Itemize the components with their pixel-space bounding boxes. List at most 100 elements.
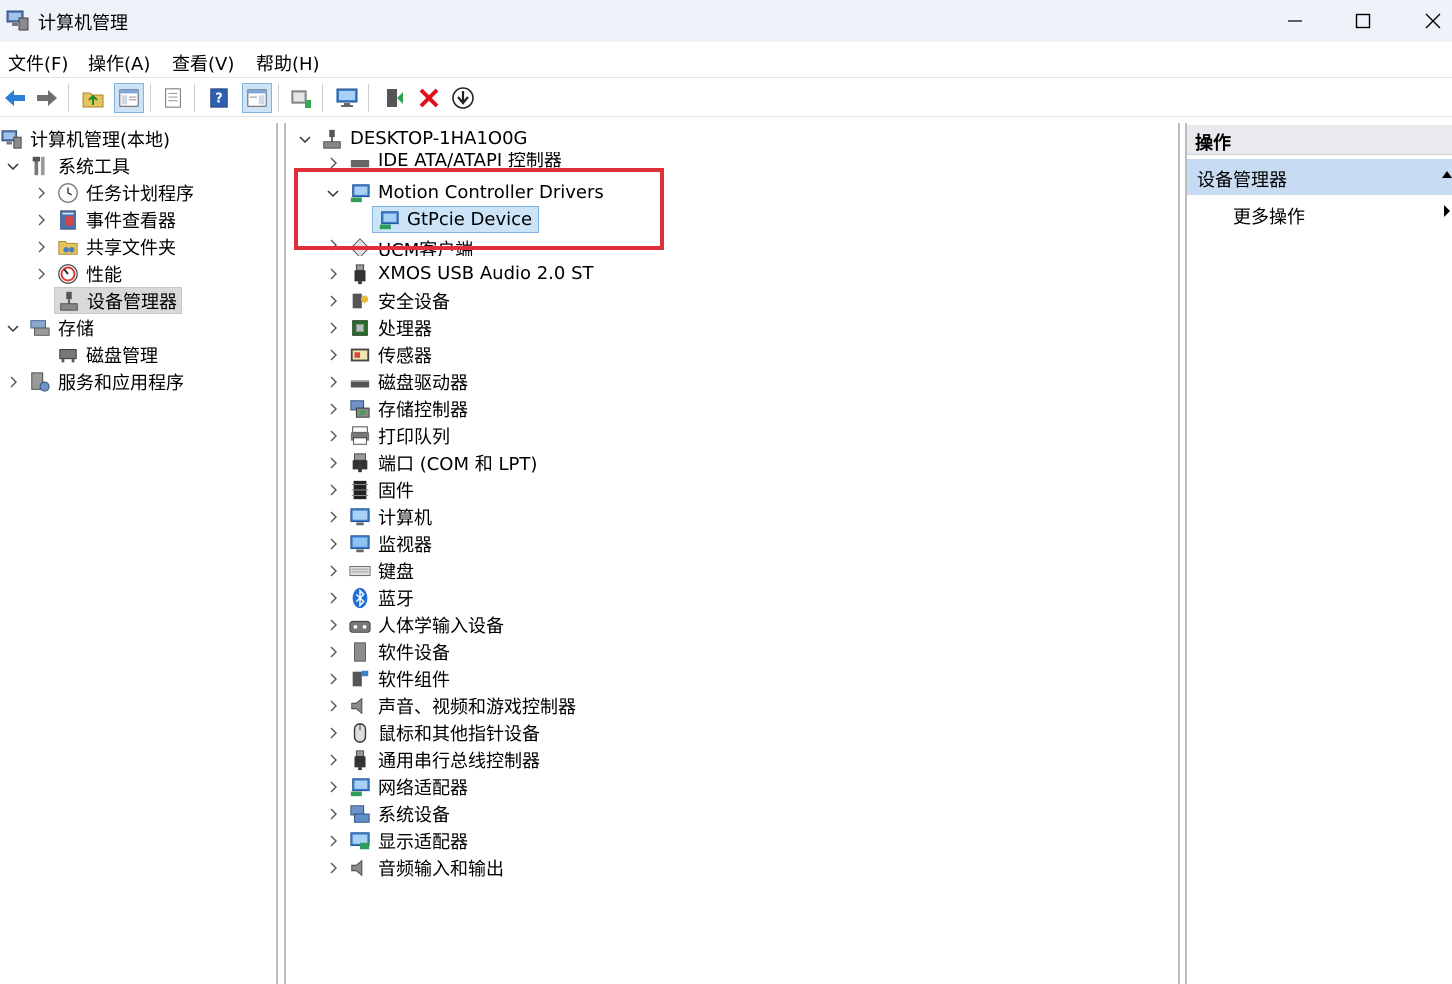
device-category[interactable]: 传感器	[324, 341, 432, 368]
chevron-down-icon[interactable]	[324, 184, 342, 202]
chevron-right-icon[interactable]	[32, 238, 50, 256]
chevron-right-icon[interactable]	[324, 778, 342, 796]
device-category[interactable]: 系统设备	[324, 800, 450, 827]
device-category[interactable]: 固件	[324, 476, 414, 503]
tree-label: 事件查看器	[86, 210, 176, 232]
menu-help[interactable]: 帮助(H)	[256, 50, 320, 76]
device-category[interactable]: 计算机	[324, 503, 432, 530]
chevron-right-icon[interactable]	[324, 589, 342, 607]
device-category[interactable]: 打印队列	[324, 422, 450, 449]
device-category[interactable]: 网络适配器	[324, 773, 468, 800]
chevron-right-icon[interactable]	[324, 400, 342, 418]
forward-icon	[37, 90, 57, 106]
device-category[interactable]: 软件组件	[324, 665, 450, 692]
chevron-right-icon[interactable]	[324, 265, 342, 283]
device-category[interactable]: 显示适配器	[324, 827, 468, 854]
back-button[interactable]	[0, 83, 30, 113]
chevron-right-icon[interactable]	[32, 265, 50, 283]
menu-file[interactable]: 文件(F)	[8, 50, 68, 76]
device-category[interactable]: 人体学输入设备	[324, 611, 504, 638]
chevron-right-icon[interactable]	[324, 751, 342, 769]
device-root[interactable]: DESKTOP-1HA1O0G	[296, 125, 528, 152]
chevron-right-icon[interactable]	[324, 535, 342, 553]
maximize-button[interactable]	[1328, 0, 1398, 42]
actions-section-device-manager[interactable]: 设备管理器	[1187, 159, 1452, 195]
more-actions-link[interactable]: 更多操作	[1233, 203, 1305, 229]
tree-system-tools[interactable]: 系统工具	[4, 152, 130, 179]
category-ucm[interactable]: UCM客户端	[324, 236, 473, 256]
close-button[interactable]	[1398, 0, 1452, 42]
update-driver-button[interactable]	[286, 83, 316, 113]
device-category[interactable]: 通用串行总线控制器	[324, 746, 540, 773]
properties-button[interactable]	[158, 83, 188, 113]
chevron-right-icon[interactable]	[324, 427, 342, 445]
chevron-right-icon[interactable]	[324, 859, 342, 877]
show-hide-action-pane-button[interactable]	[242, 83, 272, 113]
tree-shared-folders[interactable]: 共享文件夹	[32, 233, 176, 260]
show-hide-tree-button[interactable]	[114, 83, 144, 113]
device-category[interactable]: 蓝牙	[324, 584, 414, 611]
chevron-right-icon[interactable]	[324, 154, 342, 172]
chevron-right-icon[interactable]	[324, 346, 342, 364]
scan-hardware-button[interactable]	[332, 83, 362, 113]
tree-storage[interactable]: 存储	[4, 314, 94, 341]
chevron-right-icon[interactable]	[324, 319, 342, 337]
device-category[interactable]: 软件设备	[324, 638, 450, 665]
chevron-right-icon[interactable]	[324, 292, 342, 310]
disable-device-button[interactable]	[448, 83, 478, 113]
device-category[interactable]: 安全设备	[324, 287, 450, 314]
submenu-arrow-icon[interactable]	[1444, 205, 1450, 217]
tree-task-scheduler[interactable]: 任务计划程序	[32, 179, 194, 206]
device-category[interactable]: 存储控制器	[324, 395, 468, 422]
shared-folder-icon	[56, 235, 80, 259]
toolbar-separator	[322, 84, 323, 112]
chevron-right-icon[interactable]	[324, 562, 342, 580]
up-folder-button[interactable]	[78, 83, 108, 113]
chevron-right-icon[interactable]	[324, 454, 342, 472]
chevron-down-icon[interactable]	[296, 130, 314, 148]
uninstall-device-button[interactable]	[414, 83, 444, 113]
chevron-right-icon[interactable]	[324, 805, 342, 823]
device-category[interactable]: 鼠标和其他指针设备	[324, 719, 540, 746]
chevron-right-icon[interactable]	[324, 697, 342, 715]
chevron-right-icon[interactable]	[324, 724, 342, 742]
category-ide[interactable]: IDE ATA/ATAPI 控制器	[324, 152, 562, 172]
chevron-down-icon[interactable]	[4, 157, 22, 175]
device-category[interactable]: 声音、视频和游戏控制器	[324, 692, 576, 719]
device-category[interactable]: 端口 (COM 和 LPT)	[324, 449, 537, 476]
forward-button[interactable]	[32, 83, 62, 113]
chevron-right-icon[interactable]	[324, 643, 342, 661]
collapse-arrow-icon[interactable]	[1442, 171, 1452, 178]
chevron-right-icon[interactable]	[324, 373, 342, 391]
chevron-right-icon[interactable]	[324, 481, 342, 499]
chevron-right-icon[interactable]	[324, 670, 342, 688]
chevron-down-icon[interactable]	[4, 319, 22, 337]
chevron-right-icon[interactable]	[4, 373, 22, 391]
device-category[interactable]: 处理器	[324, 314, 432, 341]
category-xmos[interactable]: XMOS USB Audio 2.0 ST	[324, 260, 594, 287]
tree-performance[interactable]: 性能	[32, 260, 122, 287]
chevron-right-icon[interactable]	[324, 832, 342, 850]
device-category[interactable]: 监视器	[324, 530, 432, 557]
enable-device-button[interactable]	[380, 83, 410, 113]
category-motion-controller[interactable]: Motion Controller Drivers	[324, 179, 604, 206]
menu-view[interactable]: 查看(V)	[172, 50, 234, 76]
chevron-right-icon[interactable]	[32, 211, 50, 229]
device-category[interactable]: 键盘	[324, 557, 414, 584]
device-gtpcie[interactable]: GtPcie Device	[372, 206, 540, 233]
tree-disk-management[interactable]: 磁盘管理	[54, 341, 158, 368]
chevron-right-icon[interactable]	[324, 616, 342, 634]
device-category[interactable]: 磁盘驱动器	[324, 368, 468, 395]
tree-device-manager[interactable]: 设备管理器	[54, 287, 182, 314]
tree-services-apps[interactable]: 服务和应用程序	[4, 368, 184, 395]
help-button[interactable]: ?	[204, 83, 234, 113]
chevron-right-icon[interactable]	[32, 184, 50, 202]
tree-root[interactable]: 计算机管理(本地)	[0, 125, 170, 152]
device-category[interactable]: 音频输入和输出	[324, 854, 504, 881]
minimize-button[interactable]	[1260, 0, 1330, 42]
chevron-right-icon[interactable]	[324, 236, 342, 254]
chevron-right-icon[interactable]	[324, 508, 342, 526]
tree-event-viewer[interactable]: 事件查看器	[32, 206, 176, 233]
menu-action[interactable]: 操作(A)	[88, 50, 150, 76]
tree-label: 性能	[86, 264, 122, 286]
